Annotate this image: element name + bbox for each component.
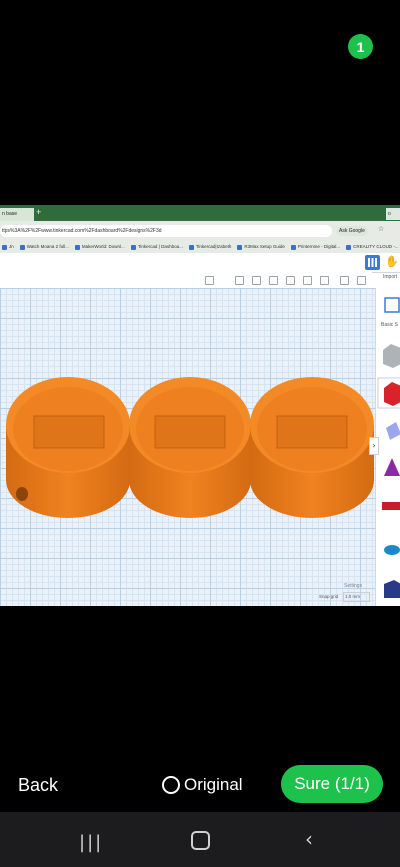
bookmark-label: Tinkercad | Dashboa... (137, 244, 183, 249)
tinkercad-toolbar (0, 272, 372, 288)
bookmark-label: R3Max Setup Guide (244, 244, 285, 249)
selection-count-badge: 1 (348, 34, 373, 59)
back-button[interactable]: Back (18, 775, 58, 796)
workplane-canvas[interactable] (0, 288, 375, 606)
workplane-tool-icon[interactable] (357, 276, 366, 285)
ruler-tool-icon[interactable] (340, 276, 349, 285)
new-tab-button[interactable]: + (36, 207, 41, 217)
cylinder-shape-icon (386, 422, 400, 440)
expand-panel-chevron-icon[interactable]: › (369, 437, 379, 455)
confirm-bar: Back Original Sure (1/1) (0, 760, 400, 810)
hole-box-shape-icon (383, 344, 400, 368)
bookmark-favicon-icon (74, 244, 80, 250)
bookmark-item[interactable]: R3Max Setup Guide (237, 241, 285, 253)
bookmark-favicon-icon (19, 244, 25, 250)
mirror-tool-icon[interactable] (303, 276, 312, 285)
wedge-shape-icon (384, 580, 400, 598)
browser-tab-right[interactable]: o (386, 208, 400, 220)
browser-tab-strip: n base + o (0, 205, 400, 221)
screenshot-photo: n base + o ttps%3A%2F%2Fwww.tinkercad.co… (0, 205, 400, 606)
bookmark-label: Watch Moana 2 full... (26, 244, 69, 249)
model-svg (6, 377, 374, 518)
grid-view-button[interactable] (365, 255, 380, 270)
ask-google-button[interactable]: Ask Google (336, 226, 368, 236)
import-button[interactable]: Import (383, 274, 397, 280)
shapes-svg (377, 297, 400, 598)
android-nav-bar: ||| ‹ (0, 812, 400, 867)
back-chevron-icon[interactable]: ‹ (305, 827, 313, 851)
address-row: ttps%3A%2F%2Fwww.tinkercad.com%2Fdashboa… (0, 221, 400, 241)
cup-inner-panel (276, 415, 348, 449)
light-bulb-icon[interactable] (205, 276, 214, 285)
bookmark-label: MakerWorld: Downl... (81, 244, 125, 249)
bookmark-favicon-icon (346, 244, 352, 250)
cup-2[interactable] (129, 377, 251, 518)
snap-grid-select[interactable]: 1.0 mm (343, 592, 370, 602)
basic-shapes-title: Basic S (381, 322, 398, 328)
home-icon[interactable] (191, 831, 210, 850)
original-label[interactable]: Original (184, 775, 243, 795)
bookmark-item[interactable]: Tinkercad|Izabeth (188, 241, 232, 253)
group-tool-icon[interactable] (269, 276, 278, 285)
hand-icon[interactable]: ✋ (385, 255, 399, 268)
bookmark-label: Jn (9, 244, 14, 249)
bookmark-favicon-icon (188, 244, 194, 250)
bookmark-label: Tinkercad|Izabeth (195, 244, 232, 249)
bookmark-item[interactable]: Printernme - Digital... (290, 241, 341, 253)
workplane-shape-icon (384, 297, 400, 313)
recent-apps-icon[interactable]: ||| (79, 832, 103, 853)
roof-shape-icon (382, 502, 400, 510)
cup-inner-panel (154, 415, 226, 449)
pyramid-shape-icon (384, 458, 400, 476)
note-tool-icon[interactable] (252, 276, 261, 285)
bookmark-item[interactable]: CREALITY CLOUD -... (346, 241, 399, 253)
tinkercad-header: ✋ (0, 253, 400, 273)
bookmark-favicon-icon (290, 244, 296, 250)
original-radio[interactable] (162, 776, 180, 794)
shape-tool-icon[interactable] (235, 276, 244, 285)
settings-link[interactable]: Settings (344, 583, 362, 589)
bookmark-label: CREALITY CLOUD -... (353, 244, 399, 249)
sure-button[interactable]: Sure (1/1) (281, 765, 383, 803)
bookmark-favicon-icon (2, 244, 7, 250)
bookmarks-bar: Jn Watch Moana 2 full... MakerWorld: Dow… (0, 241, 400, 253)
torus-shape-icon (384, 545, 400, 555)
bookmark-favicon-icon (237, 244, 243, 250)
bookmark-item[interactable]: Watch Moana 2 full... (19, 241, 69, 253)
bookmark-favicon-icon (130, 244, 136, 250)
cruise-tool-icon[interactable] (320, 276, 329, 285)
cup-1[interactable] (6, 377, 130, 518)
bookmark-item[interactable]: Jn (2, 241, 14, 253)
browser-tab-active[interactable]: n base (0, 208, 34, 221)
bookmark-item[interactable]: Tinkercad | Dashboa... (130, 241, 183, 253)
bookmark-item[interactable]: MakerWorld: Downl... (74, 241, 125, 253)
bookmark-star-icon[interactable]: ☆ (378, 225, 384, 233)
cup-3[interactable] (250, 377, 374, 518)
align-tool-icon[interactable] (286, 276, 295, 285)
bookmark-label: Printernme - Digital... (297, 244, 341, 249)
cup-hole (16, 487, 28, 501)
address-bar[interactable]: ttps%3A%2F%2Fwww.tinkercad.com%2Fdashboa… (0, 225, 332, 237)
snap-grid-label: Snap grid (319, 594, 339, 599)
cup-inner-panel (33, 415, 105, 449)
